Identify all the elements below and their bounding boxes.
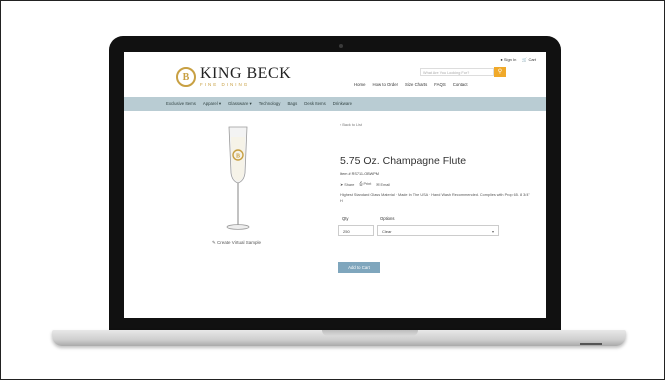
email-label: Email <box>380 183 391 187</box>
glass-logo-letter: B <box>236 154 240 160</box>
search-button[interactable]: ⚲ <box>494 67 506 77</box>
laptop-camera <box>339 44 343 48</box>
logo[interactable]: B KING BECK FINE DINING <box>176 66 291 88</box>
selected-option: Clear <box>382 229 392 234</box>
cat-desk-items[interactable]: Desk Items <box>304 101 326 107</box>
chevron-down-icon: ▾ <box>491 229 494 234</box>
product-title: 5.75 Oz. Champagne Flute <box>340 155 467 167</box>
add-to-cart-button[interactable]: Add to Cart <box>338 262 380 273</box>
create-sample-label: Create Virtual Sample <box>217 240 261 245</box>
nav-contact[interactable]: Contact <box>453 82 468 87</box>
share-tools: ➤ Share ⎙ Print ✉ Email <box>340 182 390 187</box>
laptop-screen: ● Sign In 🛒 Cart B KING BECK FINE DINING… <box>124 52 546 318</box>
account-links: ● Sign In 🛒 Cart <box>500 57 536 62</box>
brand-tagline: FINE DINING <box>200 82 250 87</box>
nav-home[interactable]: Home <box>354 82 365 87</box>
product-image: B <box>226 126 250 230</box>
search-icon: ⚲ <box>497 69 503 75</box>
nav-size-charts[interactable]: Size Charts <box>405 82 427 87</box>
cart-label: Cart <box>528 57 536 62</box>
cart-link[interactable]: 🛒 Cart <box>522 57 536 62</box>
laptop-indicator <box>580 343 602 345</box>
nav-how-to-order[interactable]: How to Order <box>372 82 398 87</box>
quantity-field[interactable]: 250 <box>338 225 374 236</box>
print-label: Print <box>363 182 372 186</box>
logo-emblem: B <box>176 67 196 87</box>
category-nav: Exclusive Items Apparel ▾ Glassware ▾ Te… <box>166 101 352 107</box>
cat-drinkware[interactable]: Drinkware <box>333 101 352 107</box>
sign-in-label: Sign In <box>503 57 517 62</box>
cat-exclusive-items[interactable]: Exclusive Items <box>166 101 196 107</box>
main-nav: Home How to Order Size Charts FAQS Conta… <box>354 82 468 87</box>
laptop-notch <box>322 330 418 336</box>
email-link[interactable]: ✉ Email <box>376 182 390 187</box>
share-link[interactable]: ➤ Share <box>340 182 354 187</box>
cat-bags[interactable]: Bags <box>287 101 297 107</box>
options-label: Options <box>380 216 395 221</box>
create-virtual-sample-link[interactable]: ✎ Create Virtual Sample <box>212 240 261 246</box>
sign-in-link[interactable]: ● Sign In <box>500 57 516 62</box>
search-input[interactable]: What Are You Looking For? <box>420 68 494 76</box>
brand-name: KING BECK <box>200 65 292 82</box>
item-number: Item # RS711-OBWPM <box>340 172 379 176</box>
cat-glassware[interactable]: Glassware ▾ <box>228 101 252 107</box>
cat-technology[interactable]: Technology <box>259 101 281 107</box>
options-select[interactable]: Clear ▾ <box>377 225 499 236</box>
nav-faqs[interactable]: FAQS <box>434 82 445 87</box>
qty-label: Qty <box>342 216 349 221</box>
print-link[interactable]: ⎙ Print <box>359 182 371 187</box>
back-to-list-link[interactable]: ‹ Back to List <box>340 123 362 127</box>
product-description: Highest Standard Glass Material · Made I… <box>340 193 530 203</box>
logo-letter: B <box>182 71 190 83</box>
cat-apparel[interactable]: Apparel ▾ <box>203 101 221 107</box>
share-label: Share <box>344 183 355 187</box>
laptop-base <box>52 330 626 346</box>
